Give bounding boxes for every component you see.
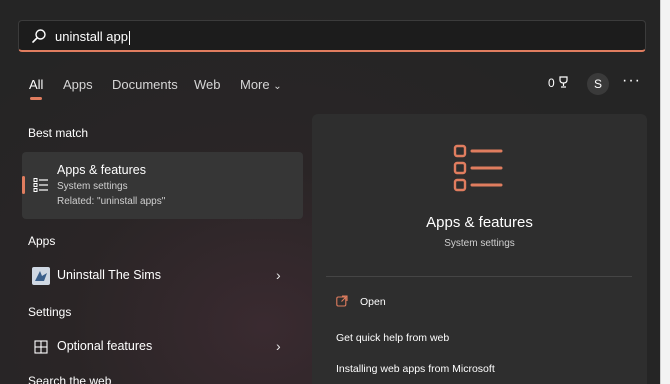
search-box[interactable]: uninstall app bbox=[18, 20, 646, 52]
selection-indicator bbox=[22, 176, 25, 194]
list-icon bbox=[33, 178, 48, 192]
tab-apps[interactable]: Apps bbox=[63, 77, 93, 92]
avatar[interactable]: S bbox=[587, 73, 609, 95]
tab-all[interactable]: All bbox=[29, 77, 43, 92]
background-window-edge bbox=[660, 0, 670, 384]
open-action[interactable]: Open bbox=[360, 296, 386, 308]
active-tab-indicator bbox=[30, 97, 42, 100]
preview-subtitle: System settings bbox=[444, 238, 515, 249]
installing-web-apps-link[interactable]: Installing web apps from Microsoft bbox=[336, 363, 495, 375]
quick-help-link[interactable]: Get quick help from web bbox=[336, 332, 449, 344]
section-apps: Apps bbox=[28, 234, 56, 248]
trophy-icon bbox=[559, 76, 568, 88]
rewards-points[interactable]: 0 bbox=[548, 76, 569, 90]
divider bbox=[326, 276, 632, 277]
chevron-right-icon[interactable]: › bbox=[276, 267, 281, 283]
sims-app-icon bbox=[32, 267, 50, 285]
best-match-title: Apps & features bbox=[57, 163, 146, 177]
start-search-panel: uninstall app All Apps Documents Web Mor… bbox=[0, 0, 660, 384]
preview-pane: Apps & features System settings Open Get… bbox=[312, 114, 647, 384]
best-match-result[interactable]: Apps & features System settings Related:… bbox=[22, 152, 303, 219]
chevron-right-icon[interactable]: › bbox=[276, 338, 281, 354]
best-match-subtitle: System settings bbox=[57, 181, 128, 192]
preview-title: Apps & features bbox=[426, 214, 533, 231]
list-item-label: Optional features bbox=[57, 339, 153, 353]
section-best-match: Best match bbox=[28, 126, 89, 140]
tab-more[interactable]: More ⌄ bbox=[240, 77, 282, 92]
section-settings: Settings bbox=[28, 305, 72, 319]
search-icon bbox=[32, 29, 46, 43]
list-item-optional-features[interactable]: Optional features › bbox=[22, 334, 303, 360]
search-input[interactable]: uninstall app bbox=[55, 29, 130, 45]
open-external-icon bbox=[336, 295, 348, 307]
section-search-web: Search the web bbox=[28, 374, 112, 384]
best-match-related: Related: "uninstall apps" bbox=[57, 196, 166, 207]
tab-web[interactable]: Web bbox=[194, 77, 221, 92]
chevron-down-icon: ⌄ bbox=[273, 81, 282, 92]
ellipsis-icon[interactable]: ··· bbox=[622, 72, 641, 90]
list-item-label: Uninstall The Sims bbox=[57, 268, 161, 282]
list-icon bbox=[453, 144, 503, 192]
optional-features-icon bbox=[34, 340, 48, 354]
list-item-uninstall-sims[interactable]: Uninstall The Sims › bbox=[22, 263, 303, 289]
tab-documents[interactable]: Documents bbox=[112, 77, 178, 92]
